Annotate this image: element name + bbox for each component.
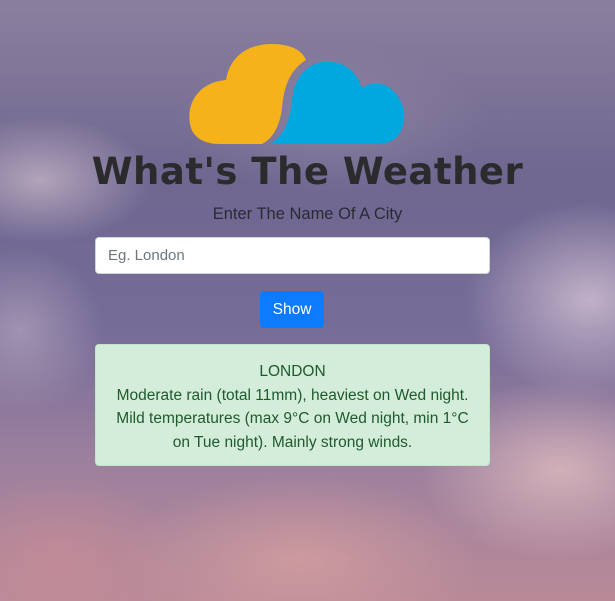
city-search-input[interactable] [95,237,490,274]
show-button[interactable]: Show [260,291,324,328]
weather-result-alert: LONDON Moderate rain (total 11mm), heavi… [95,344,490,466]
weather-logo-icon [189,44,405,144]
app-title: What's The Weather [91,150,524,193]
result-forecast-text: Moderate rain (total 11mm), heaviest on … [116,386,469,451]
result-city-name: LONDON [259,363,326,380]
weather-page: What's The Weather Enter The Name Of A C… [0,0,615,601]
city-prompt-label: Enter The Name Of A City [212,205,403,223]
